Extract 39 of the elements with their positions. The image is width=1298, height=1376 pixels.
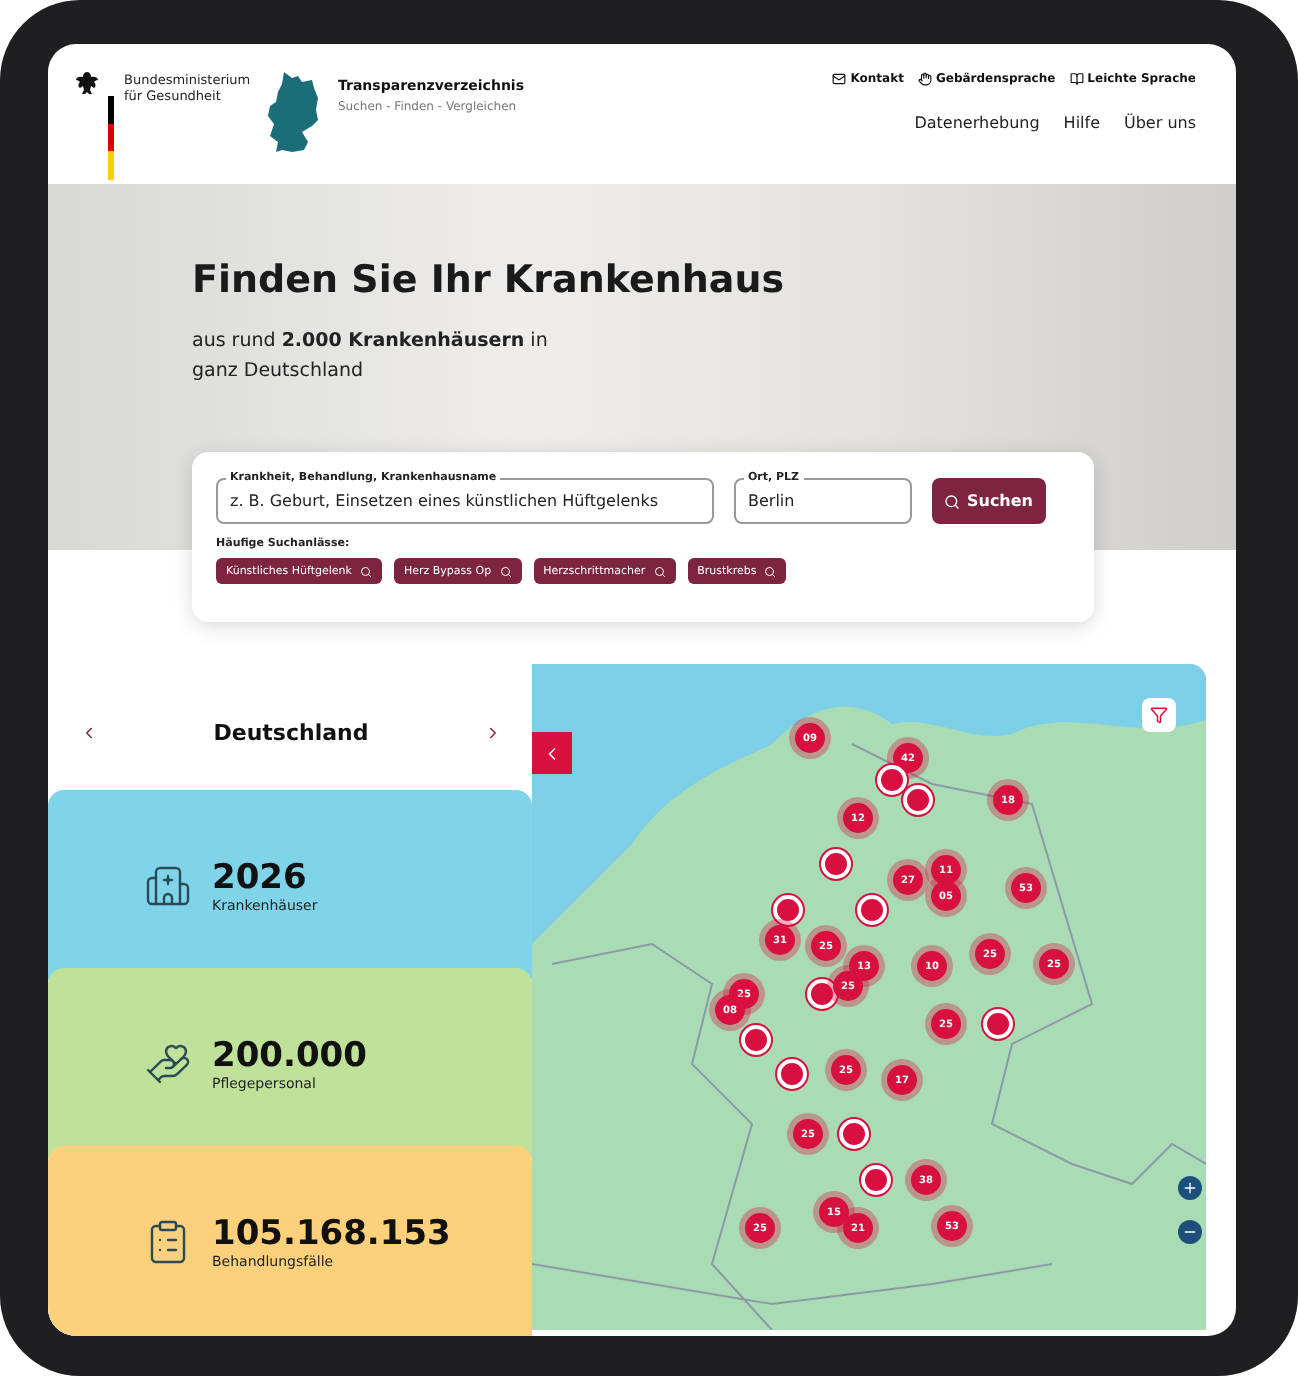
hospital-icon xyxy=(144,861,192,909)
map-pin[interactable] xyxy=(877,765,907,795)
search-icon xyxy=(499,565,512,577)
map-pin[interactable] xyxy=(807,979,837,1009)
germany-map-icon xyxy=(266,72,322,156)
hero-subtitle: aus rund 2.000 Krankenhäusern in ganz Deutschland xyxy=(192,328,550,386)
care-icon xyxy=(144,1039,192,1087)
search-button[interactable]: Suchen xyxy=(932,478,1046,524)
region-name: Deutschland xyxy=(213,720,369,746)
map-pin[interactable] xyxy=(821,849,851,879)
search-icon xyxy=(944,493,961,509)
nav-link[interactable]: Datenerhebung xyxy=(914,114,1040,132)
hero-title: Finden Sie Ihr Krankenhaus xyxy=(192,258,787,302)
stat-value: 105.168.153 xyxy=(212,1213,451,1253)
previous-button[interactable] xyxy=(80,724,98,742)
search-icon xyxy=(653,565,666,577)
search-icon xyxy=(764,565,777,577)
book-icon xyxy=(1069,72,1084,86)
chevron-left-icon xyxy=(80,724,98,742)
map-pin[interactable] xyxy=(857,895,887,925)
map-pin[interactable] xyxy=(903,785,933,815)
nav-link[interactable]: Über uns xyxy=(1124,114,1196,132)
map-pin[interactable] xyxy=(741,1025,771,1055)
map-pin[interactable] xyxy=(773,895,803,925)
nav-link[interactable]: Hilfe xyxy=(1063,114,1100,132)
map-pin[interactable] xyxy=(861,1165,891,1195)
plus-icon xyxy=(1182,1180,1198,1196)
filter-icon xyxy=(1150,706,1168,724)
flag-stripe xyxy=(108,96,114,180)
filter-button[interactable] xyxy=(1142,698,1176,732)
hand-icon xyxy=(917,72,932,86)
map-pin[interactable] xyxy=(839,1119,869,1149)
eagle-icon xyxy=(76,72,98,98)
map-pin[interactable] xyxy=(777,1059,807,1089)
map-pin[interactable] xyxy=(983,1009,1013,1039)
stat-value: 200.000 xyxy=(212,1035,367,1075)
mail-icon xyxy=(832,72,847,86)
stat-value: 2026 xyxy=(212,857,309,897)
search-icon xyxy=(359,565,372,577)
